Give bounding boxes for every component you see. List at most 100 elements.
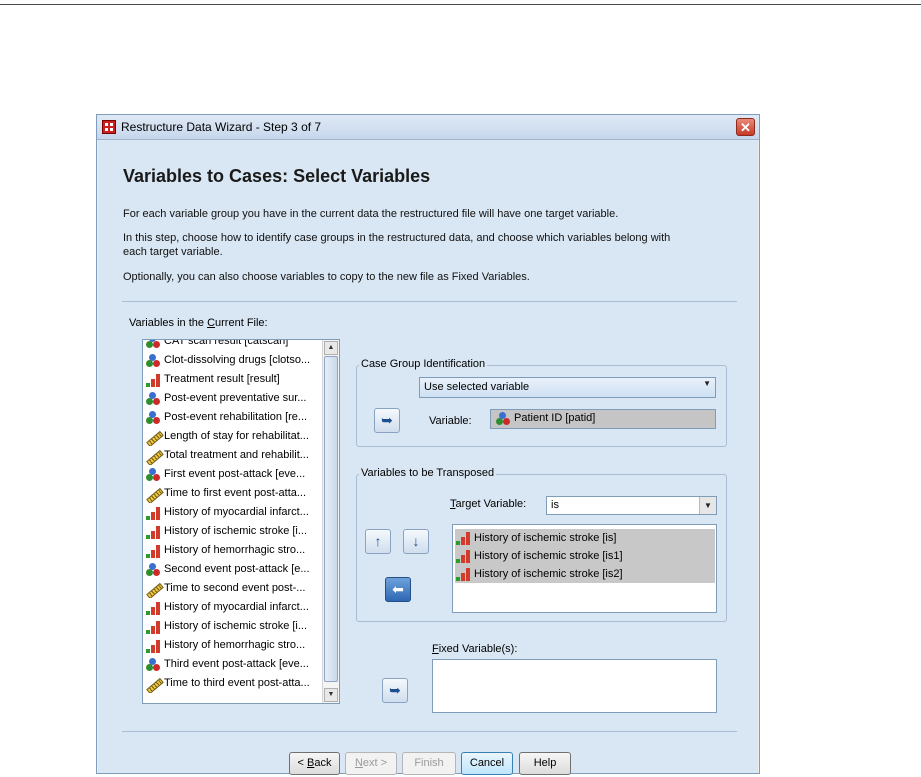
back-prefix: <	[297, 757, 307, 769]
list-item[interactable]: History of myocardial infarct...	[145, 598, 323, 617]
list-item-label: Second event post-attack [e...	[164, 563, 310, 575]
next-accelerator: N	[354, 757, 363, 769]
target-label-rest: arget Variable:	[455, 498, 527, 510]
window-title: Restructure Data Wizard - Step 3 of 7	[121, 120, 322, 134]
list-item-label: History of ischemic stroke [is]	[474, 532, 617, 544]
help-button[interactable]: Help	[519, 752, 571, 775]
ordinal-variable-icon	[145, 639, 161, 653]
list-item[interactable]: Second event post-attack [e...	[145, 560, 323, 579]
list-item-label: Post-event rehabilitation [re...	[164, 411, 308, 423]
ordinal-variable-icon	[455, 549, 471, 564]
list-item-label: Treatment result [result]	[164, 373, 280, 385]
scroll-up-arrow-icon[interactable]: ▲	[324, 341, 338, 355]
nominal-variable-icon	[145, 562, 161, 577]
nominal-variable-icon	[145, 657, 161, 672]
close-button[interactable]: ✕	[736, 118, 755, 136]
list-item-label: Length of stay for rehabilitat...	[164, 430, 309, 442]
list-item-label: History of ischemic stroke [is1]	[474, 550, 623, 562]
list-item[interactable]: Time to second event post-...	[145, 579, 323, 598]
ordinal-variable-icon	[145, 620, 161, 634]
restructure-wizard-dialog: Restructure Data Wizard - Step 3 of 7 ✕ …	[96, 114, 760, 775]
move-to-case-variable-button[interactable]: ➥	[374, 408, 400, 433]
list-item[interactable]: Length of stay for rehabilitat...	[145, 427, 323, 446]
list-item[interactable]: Post-event rehabilitation [re...	[145, 408, 323, 427]
case-variable-value: Patient ID [patid]	[514, 412, 596, 424]
list-item[interactable]: Post-event preventative sur...	[145, 389, 323, 408]
target-variable-combo[interactable]: is ▼	[546, 496, 717, 515]
list-item-label: Third event post-attack [eve...	[164, 658, 309, 670]
list-item[interactable]: Total treatment and rehabilit...	[145, 446, 323, 465]
source-list-label: Variables in the Current File:	[129, 317, 268, 329]
nominal-variable-icon	[145, 467, 161, 482]
list-item[interactable]: Treatment result [result]	[145, 370, 323, 389]
intro-paragraph-2-line-1: In this step, choose how to identify cas…	[123, 232, 671, 244]
page-top-rule	[0, 4, 921, 5]
source-label-prefix: Variables in the	[129, 317, 208, 329]
fixed-variables-label: Fixed Variable(s):	[432, 643, 517, 655]
list-item[interactable]: First event post-attack [eve...	[145, 465, 323, 484]
spss-data-icon	[102, 120, 116, 134]
source-list-scrollbar[interactable]: ▲ ▼	[322, 340, 339, 703]
case-variable-label: Variable:	[429, 415, 472, 427]
scale-variable-icon	[145, 449, 161, 463]
scroll-down-arrow-icon[interactable]: ▼	[324, 688, 338, 702]
list-item[interactable]: History of hemorrhagic stro...	[145, 541, 323, 560]
move-to-fixed-button[interactable]: ➥	[382, 678, 408, 703]
footer-divider	[122, 731, 737, 732]
list-item[interactable]: Third event post-attack [eve...	[145, 655, 323, 674]
list-item[interactable]: History of hemorrhagic stro...	[145, 636, 323, 655]
list-item-label: Total treatment and rehabilit...	[164, 449, 309, 461]
list-item-label: Clot-dissolving drugs [clotso...	[164, 354, 311, 366]
list-item[interactable]: History of ischemic stroke [is1]	[455, 547, 715, 565]
fixed-label-rest: ixed Variable(s):	[438, 643, 518, 655]
ordinal-variable-icon	[145, 601, 161, 615]
list-item-label: History of ischemic stroke [i...	[164, 525, 308, 537]
scale-variable-icon	[145, 677, 161, 691]
next-rest: ext >	[362, 757, 388, 769]
chevron-down-icon[interactable]: ▼	[699, 497, 716, 514]
list-item[interactable]: History of myocardial infarct...	[145, 503, 323, 522]
nominal-variable-icon	[145, 340, 161, 349]
transposed-legend: Variables to be Transposed	[359, 467, 497, 479]
title-bar: Restructure Data Wizard - Step 3 of 7 ✕	[97, 115, 759, 140]
nominal-variable-icon	[145, 410, 161, 425]
move-up-button[interactable]: ↑	[365, 529, 391, 554]
list-item-label: Post-event preventative sur...	[164, 392, 307, 404]
list-item-label: CAT scan result [catscan]	[164, 339, 289, 347]
finish-button[interactable]: Finish	[402, 752, 456, 775]
nominal-variable-icon	[145, 353, 161, 368]
list-item-label: History of hemorrhagic stro...	[164, 639, 306, 651]
next-button[interactable]: Next >	[345, 752, 397, 775]
list-item[interactable]: History of ischemic stroke [i...	[145, 617, 323, 636]
list-item[interactable]: CAT scan result [catscan]	[145, 339, 323, 351]
list-item-label: Time to third event post-atta...	[164, 677, 310, 689]
list-item[interactable]: Clot-dissolving drugs [clotso...	[145, 351, 323, 370]
scale-variable-icon	[145, 487, 161, 501]
scroll-thumb[interactable]	[324, 356, 338, 682]
back-rest: ack	[314, 757, 332, 769]
source-label-suffix: urrent File:	[215, 317, 268, 329]
list-item[interactable]: History of ischemic stroke [is2]	[455, 565, 715, 583]
fixed-variables-list[interactable]	[432, 659, 717, 713]
move-down-button[interactable]: ↓	[403, 529, 429, 554]
case-variable-field[interactable]: Patient ID [patid]	[490, 409, 716, 429]
ordinal-variable-icon	[145, 373, 161, 387]
wizard-content: Variables to Cases: Select Variables For…	[98, 140, 758, 775]
source-variable-list[interactable]: CAT scan result [catscan] Clot-dissolving…	[142, 339, 340, 704]
ordinal-variable-icon	[145, 525, 161, 539]
back-button[interactable]: < Back	[289, 752, 340, 775]
ordinal-variable-icon	[455, 531, 471, 546]
intro-paragraph-1: For each variable group you have in the …	[123, 208, 619, 220]
ordinal-variable-icon	[145, 506, 161, 520]
cancel-button[interactable]: Cancel	[461, 752, 513, 775]
list-item[interactable]: Time to third event post-atta...	[145, 674, 323, 693]
list-item[interactable]: History of ischemic stroke [i...	[145, 522, 323, 541]
intro-paragraph-2-line-2: each target variable.	[123, 246, 223, 258]
list-item[interactable]: Time to first event post-atta...	[145, 484, 323, 503]
transposed-variables-list[interactable]: History of ischemic stroke [is] History o…	[452, 524, 717, 613]
header-divider	[122, 301, 737, 302]
chevron-down-icon: ▼	[703, 379, 711, 388]
list-item[interactable]: History of ischemic stroke [is]	[455, 529, 715, 547]
move-from-target-list-button[interactable]: ⬅	[385, 577, 411, 602]
case-group-method-dropdown[interactable]: Use selected variable ▼	[419, 377, 716, 398]
